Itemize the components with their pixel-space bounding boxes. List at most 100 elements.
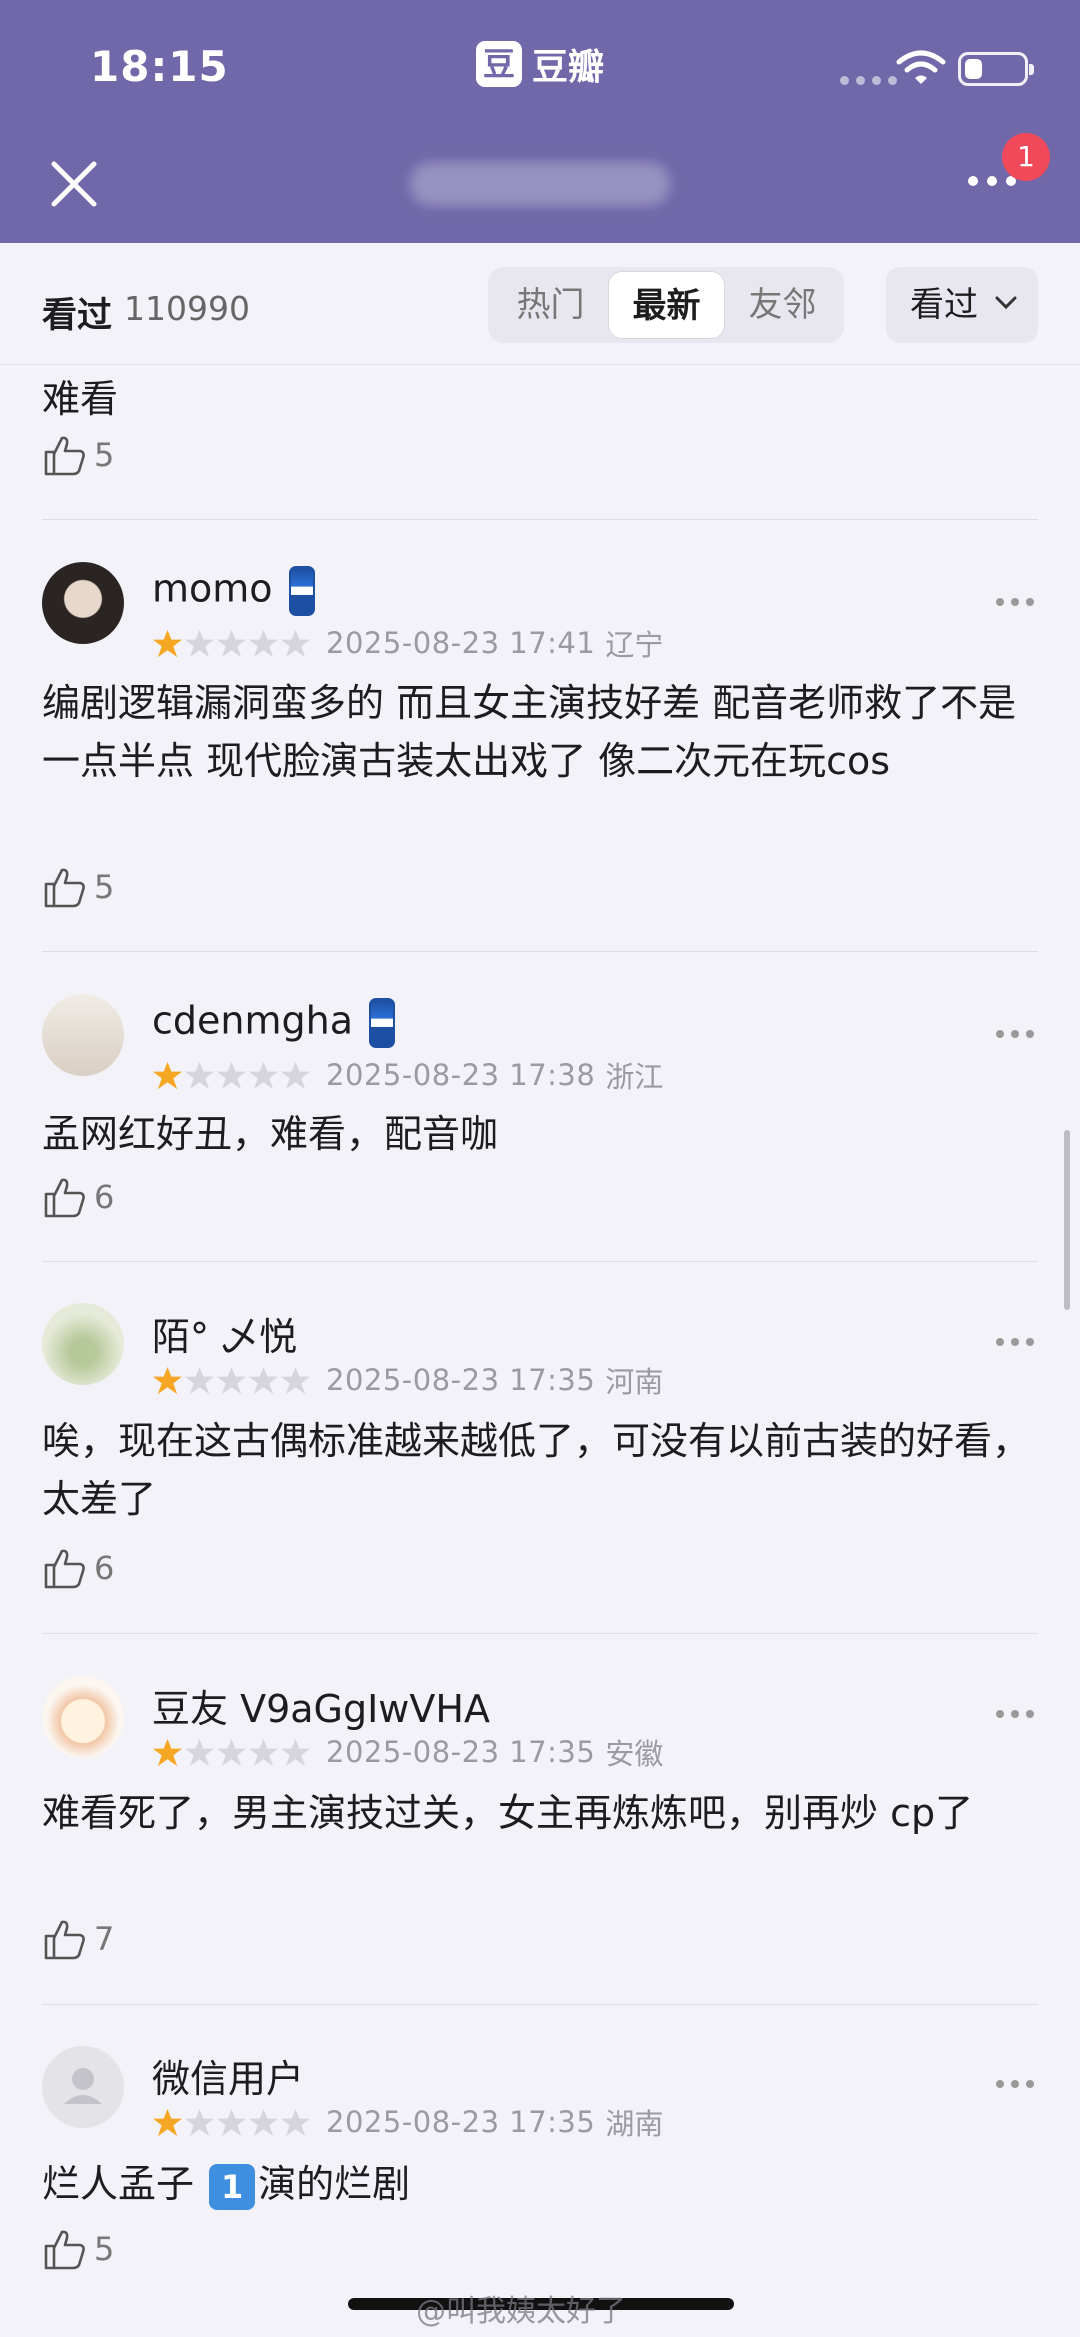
thumbs-up-icon [44,1920,85,1960]
status-dropdown[interactable]: 看过 [886,267,1038,343]
star-empty-icon [280,1366,311,1394]
star-empty-icon [184,1366,215,1394]
tab-hot[interactable]: 热门 [492,271,609,339]
star-empty-icon [280,1738,311,1766]
comment-text: 烂人孟子 1 演的烂剧 [42,2155,1042,2213]
default-user-icon [64,2068,102,2104]
comment-meta: 2025-08-23 17:35 河南 [152,1359,663,1401]
username[interactable]: cdenmgha [152,998,395,1048]
star-empty-icon [216,2108,247,2136]
comment-time: 2025-08-23 17:41 [326,626,596,660]
battery-icon [958,52,1034,86]
tab-friends[interactable]: 友邻 [724,271,841,339]
avatar[interactable] [42,2046,124,2128]
like-count: 6 [94,1178,115,1216]
rating-stars [152,628,312,659]
status-time: 18:15 [90,42,229,91]
thumbs-up-icon [44,1549,85,1589]
divider [42,951,1038,952]
comment-location: 河南 [605,1365,664,1399]
close-icon[interactable] [48,158,100,210]
avatar[interactable] [42,562,124,644]
scrollbar[interactable] [1064,1130,1070,1310]
star-empty-icon [216,629,247,657]
divider [42,2004,1038,2005]
comment-meta: 2025-08-23 17:41 辽宁 [152,622,663,664]
sort-segmented-control: 热门 最新 友邻 [488,267,844,343]
star-empty-icon [248,1061,279,1089]
star-empty-icon [248,1738,279,1766]
rating-stars [152,1737,312,1768]
avatar[interactable] [42,1676,124,1758]
like-count: 5 [94,436,115,474]
filter-bar: 看过 110990 热门 最新 友邻 看过 [0,243,1080,365]
star-empty-icon [280,2108,311,2136]
username[interactable]: 豆友 V9aGgIwVHA [152,1678,490,1733]
comment-time: 2025-08-23 17:38 [326,1058,596,1092]
star-filled-icon [152,1061,183,1089]
star-empty-icon [216,1061,247,1089]
comment-more-icon[interactable] [996,2080,1034,2088]
comment-meta: 2025-08-23 17:35 安徽 [152,1731,663,1773]
seen-count: 110990 [124,289,250,328]
more-options-icon[interactable] [968,176,1016,186]
rating-stars [152,1365,312,1396]
like-button[interactable]: 5 [42,2226,114,2272]
star-empty-icon [216,1366,247,1394]
like-button[interactable]: 5 [42,432,114,478]
like-button[interactable]: 6 [42,1174,114,1220]
blurred-title [410,162,670,206]
tab-latest[interactable]: 最新 [608,271,725,339]
star-empty-icon [248,629,279,657]
star-empty-icon [184,629,215,657]
star-empty-icon [184,2108,215,2136]
star-empty-icon [184,1061,215,1089]
like-button[interactable]: 6 [42,1545,114,1591]
comment-text: 编剧逻辑漏洞蛮多的 而且女主演技好差 配音老师救了不是一点半点 现代脸演古装太出… [42,681,1017,783]
comment-text: 唉，现在这古偶标准越来越低了，可没有以前古装的好看，太差了 [42,1419,1031,1521]
thumbs-up-icon [44,868,85,908]
comment-text: 孟网红好丑，难看，配音咖 [42,1112,499,1156]
like-button[interactable]: 5 [42,864,114,910]
star-empty-icon [248,1366,279,1394]
star-empty-icon [280,1061,311,1089]
beer-can-badge-icon [368,998,395,1048]
notification-badge: 1 [1002,133,1050,181]
thumbs-up-icon [44,436,85,476]
comment-time: 2025-08-23 17:35 [326,1735,596,1769]
chevron-down-icon [995,296,1017,310]
app-name: 豆瓣 [532,47,605,88]
comment-location: 安徽 [605,1737,664,1771]
comment-more-icon[interactable] [996,1030,1034,1038]
comment-location: 辽宁 [605,628,664,662]
username[interactable]: 微信用户 [152,2048,304,2103]
app-header: 18:15 豆 豆瓣 1 [0,0,1080,243]
comment-more-icon[interactable] [996,598,1034,606]
star-filled-icon [152,1738,183,1766]
comment-location: 湖南 [605,2107,664,2141]
comment-meta: 2025-08-23 17:38 浙江 [152,1054,663,1096]
comment-time: 2025-08-23 17:35 [326,1363,596,1397]
comment-more-icon[interactable] [996,1338,1034,1346]
comment-location: 浙江 [605,1060,664,1094]
seen-label: 看过 [42,296,113,336]
battery-level [965,59,982,79]
divider [42,519,1038,520]
comment-meta: 2025-08-23 17:35 湖南 [152,2101,663,2143]
app-brand: 豆 豆瓣 [476,38,604,90]
username[interactable]: momo [152,566,315,616]
like-count: 7 [94,1920,115,1958]
keycap-one-emoji: 1 [209,2163,256,2210]
rating-stars [152,1060,312,1091]
thumbs-up-icon [44,2230,85,2270]
star-filled-icon [152,629,183,657]
star-empty-icon [184,1738,215,1766]
like-count: 6 [94,1549,115,1587]
wifi-icon [896,50,946,84]
username[interactable]: 陌° 乄悦 [152,1306,297,1361]
avatar[interactable] [42,994,124,1076]
star-empty-icon [280,629,311,657]
comment-more-icon[interactable] [996,1710,1034,1718]
avatar[interactable] [42,1303,124,1385]
like-button[interactable]: 7 [42,1916,114,1962]
